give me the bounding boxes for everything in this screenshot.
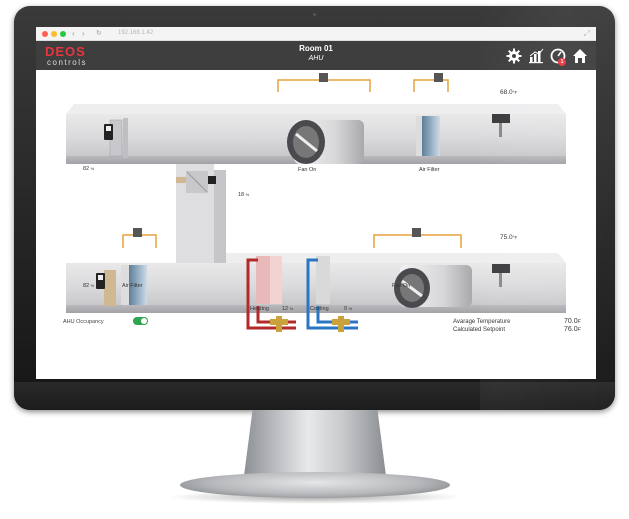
upper-control-lines <box>277 79 449 92</box>
lower-filter-label: Air Filter <box>122 283 143 289</box>
lower-temp-reading: 75.0°F <box>500 234 518 241</box>
monitor-stand-base <box>180 472 450 498</box>
reload-icon[interactable]: ↻ <box>96 29 102 37</box>
page-subtitle: AHU <box>308 55 324 62</box>
upper-air-filter <box>422 116 440 156</box>
close-window-button[interactable] <box>42 31 48 37</box>
chart-icon[interactable] <box>528 48 544 64</box>
monitor-stand-neck <box>244 410 386 476</box>
avg-temp-label: Avarage Temperature <box>453 319 511 325</box>
occupancy-label: AHU Occupancy <box>63 319 104 325</box>
page-title: Room 01 <box>299 44 333 53</box>
lower-controller-right[interactable] <box>412 228 421 237</box>
alarm-count-badge: 1 <box>558 58 566 66</box>
mixing-damper-position: 18 % <box>238 192 250 198</box>
minimize-window-button[interactable] <box>51 31 57 37</box>
camera-dot <box>313 13 316 16</box>
upper-temp-reading: 68.0°F <box>500 89 518 96</box>
heating-percent: 12 % <box>282 306 294 312</box>
upper-filter-frame <box>416 116 422 156</box>
home-icon[interactable] <box>572 48 588 64</box>
gear-icon[interactable] <box>506 48 522 64</box>
maximize-window-button[interactable] <box>60 31 66 37</box>
back-icon[interactable]: ‹ <box>72 29 75 38</box>
avg-temp-value: 70.0F <box>564 318 581 325</box>
cooling-percent: 0 % <box>344 306 353 312</box>
screen: ‹ › ↻ 192.168.1.42 ⤢ DEOS controls Room … <box>36 27 596 379</box>
lower-controller-left[interactable] <box>133 228 142 237</box>
logo-subtitle: controls <box>47 58 88 67</box>
upper-fan-status: Fan On <box>298 167 317 173</box>
monitor-chin <box>14 382 615 410</box>
stage: ‹ › ↻ 192.168.1.42 ⤢ DEOS controls Room … <box>0 0 629 519</box>
app-header: DEOS controls Room 01 AHU 1 <box>36 41 596 70</box>
upper-damper-position: 82 % <box>83 166 95 172</box>
setpoint-value: 76.0F <box>564 326 581 333</box>
occupancy-toggle[interactable] <box>133 317 148 325</box>
cooling-label: Cooling <box>310 306 329 312</box>
fullscreen-icon[interactable]: ⤢ <box>584 29 590 39</box>
setpoint-label: Calculated Setpoint <box>453 327 506 333</box>
address-bar[interactable]: 192.168.1.42 <box>118 30 153 36</box>
heating-label: Heating <box>250 306 269 312</box>
forward-icon[interactable]: › <box>82 29 85 38</box>
browser-chrome: ‹ › ↻ 192.168.1.42 ⤢ <box>36 27 596 41</box>
upper-fan[interactable] <box>287 120 364 164</box>
ahu-diagram <box>66 73 566 332</box>
lower-fan-status: Fan On <box>392 283 411 289</box>
lower-damper-position: 82 % <box>83 283 95 289</box>
brand-logo[interactable]: DEOS controls <box>45 44 115 68</box>
upper-filter-label: Air Filter <box>419 167 440 173</box>
logo-mark: DEOS <box>45 44 86 59</box>
